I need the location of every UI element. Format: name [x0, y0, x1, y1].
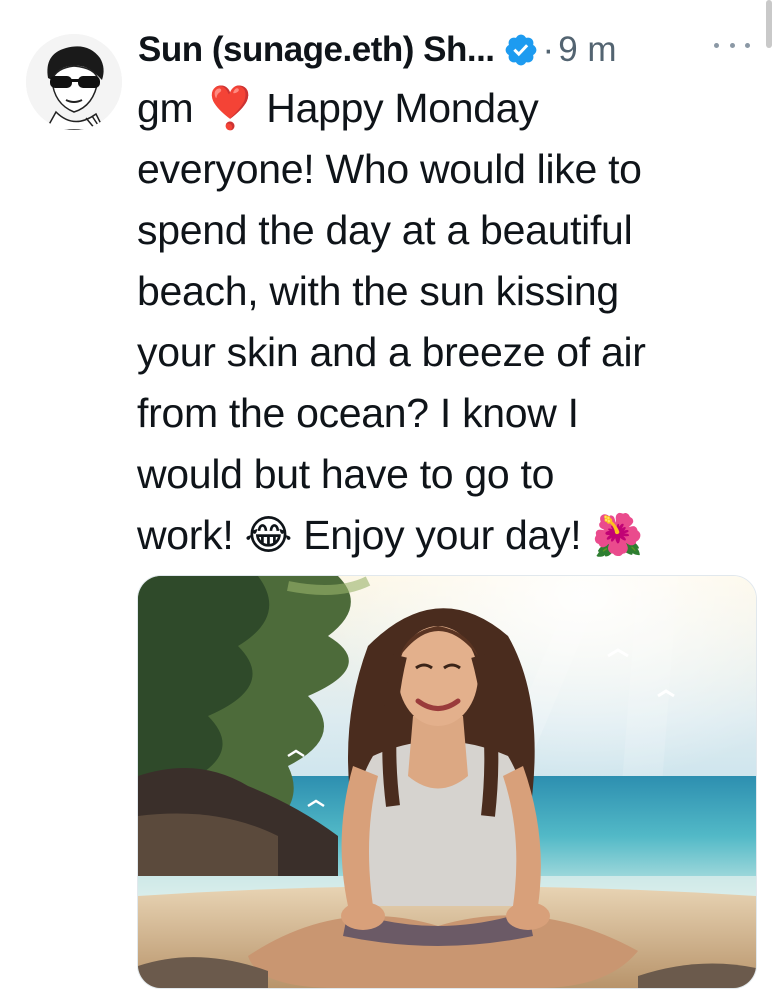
scrollbar[interactable] — [766, 0, 772, 48]
tweet-card[interactable]: Sun (sunage.eth) Sh... · 9 m gm ❣️ Happy… — [0, 0, 780, 1000]
tweet-text-line: your skin and a breeze of air — [137, 329, 646, 375]
verified-badge-icon — [503, 32, 539, 68]
tweet-header: Sun (sunage.eth) Sh... · 9 m — [138, 20, 617, 80]
tweet-text-line: gm ❣️ Happy Monday — [137, 85, 539, 131]
more-dot — [714, 42, 719, 48]
tweet-text: gm ❣️ Happy Monday everyone! Who would l… — [137, 78, 762, 566]
tweet-timestamp[interactable]: 9 m — [558, 30, 616, 70]
tweet-text-line: would but have to go to — [137, 451, 555, 497]
more-dot — [729, 42, 735, 48]
tweet-text-line: from the ocean? I know I — [137, 390, 579, 436]
more-dot — [745, 42, 750, 48]
tweet-text-line: beach, with the sun kissing — [137, 268, 619, 314]
more-horizontal-icon[interactable] — [712, 30, 752, 60]
tweet-text-line: work! 😂 Enjoy your day! 🌺 — [137, 512, 644, 558]
avatar-image — [26, 34, 122, 130]
beach-woman-image — [138, 576, 756, 988]
header-separator: · — [542, 30, 555, 69]
author-avatar[interactable] — [26, 34, 122, 130]
tweet-media-image[interactable] — [137, 575, 757, 989]
author-name[interactable]: Sun (sunage.eth) Sh... — [138, 30, 495, 70]
tweet-text-line: everyone! Who would like to — [137, 146, 642, 192]
tweet-text-line: spend the day at a beautiful — [137, 207, 633, 253]
